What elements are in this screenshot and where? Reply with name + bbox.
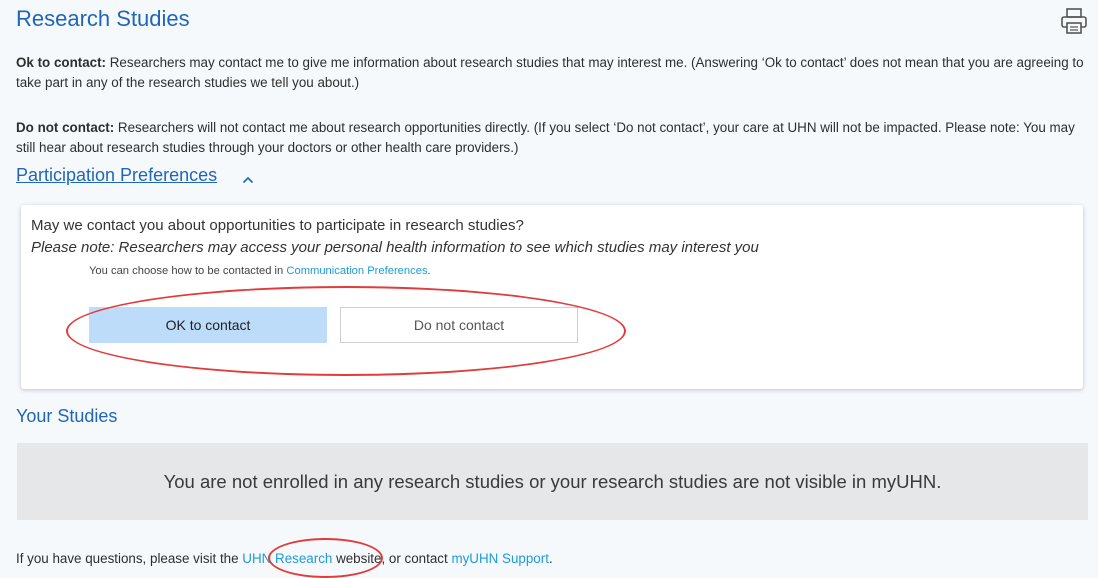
print-icon[interactable]	[1059, 7, 1089, 35]
ok-to-contact-text: Researchers may contact me to give me in…	[16, 55, 1084, 90]
studies-empty-state: You are not enrolled in any research stu…	[17, 443, 1088, 520]
uhn-research-link[interactable]: UHN Research	[242, 551, 332, 566]
hint-prefix: You can choose how to be contacted in	[89, 265, 287, 277]
empty-state-message: You are not enrolled in any research stu…	[163, 470, 942, 492]
footer-suffix: .	[548, 551, 553, 566]
do-not-contact-text: Researchers will not contact me about re…	[16, 120, 1075, 155]
ok-to-contact-label: Ok to contact:	[16, 55, 107, 70]
privacy-note: Please note: Researchers may access your…	[31, 239, 759, 256]
contact-question: May we contact you about opportunities t…	[31, 217, 524, 234]
footer-middle: website, or contact	[332, 551, 452, 566]
do-not-contact-label: Do not contact:	[16, 120, 115, 135]
your-studies-heading: Your Studies	[16, 406, 118, 426]
myuhn-support-link[interactable]: myUHN Support	[451, 551, 548, 566]
communication-preferences-link[interactable]: Communication Preferences	[286, 265, 427, 277]
communication-preferences-hint: You can choose how to be contacted in Co…	[89, 265, 431, 277]
hint-suffix: .	[427, 265, 431, 277]
research-studies-page: Research Studies Ok to contact: Research…	[0, 0, 1098, 578]
ok-to-contact-description: Ok to contact: Researchers may contact m…	[16, 53, 1092, 93]
participation-preferences-card: May we contact you about opportunities t…	[21, 205, 1083, 389]
do-not-contact-button[interactable]: Do not contact	[340, 307, 578, 343]
footer-help-text: If you have questions, please visit the …	[16, 551, 553, 566]
footer-prefix: If you have questions, please visit the	[16, 551, 243, 566]
do-not-contact-description: Do not contact: Researchers will not con…	[16, 118, 1092, 158]
page-title: Research Studies	[16, 6, 190, 31]
participation-preferences-toggle[interactable]: Participation Preferences	[16, 165, 217, 186]
chevron-up-icon[interactable]	[242, 172, 254, 184]
ok-to-contact-button[interactable]: OK to contact	[89, 307, 327, 343]
